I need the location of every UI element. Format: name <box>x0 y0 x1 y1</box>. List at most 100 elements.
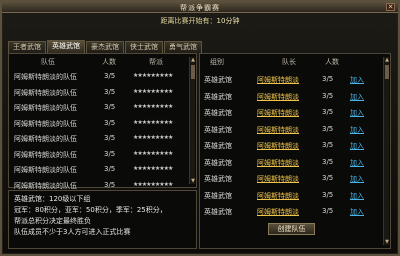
member-count: 3/5 <box>322 108 334 116</box>
table-row: 英雄武馆 阿姆斯特朗淡 3/5 加入 <box>200 158 390 174</box>
table-row: 英雄武馆 阿姆斯特朗淡 3/5 加入 <box>200 141 390 157</box>
power-stars: ★★★★★★★★★ <box>133 165 173 172</box>
captain-link[interactable]: 阿姆斯特朗淡 <box>257 158 299 168</box>
countdown: 距离比赛开始有：10分钟 <box>2 16 398 26</box>
team-name: 阿姆斯特朗淡的队伍 <box>14 166 77 174</box>
scroll-up-icon[interactable]: ▲ <box>190 57 196 63</box>
join-link[interactable]: 加入 <box>350 92 364 102</box>
table-row[interactable]: 阿姆斯特朗淡的队伍 3/5 ★★★★★★★★★ <box>9 134 196 150</box>
close-button[interactable]: ✕ <box>386 3 395 11</box>
info-line: 帮派总积分决定最终胜负 <box>14 217 91 225</box>
captain-link[interactable]: 阿姆斯特朗淡 <box>257 125 299 135</box>
group-name: 英雄武馆 <box>204 142 232 150</box>
table-row: 英雄武馆 阿姆斯特朗淡 3/5 加入 <box>200 207 390 223</box>
captain-link[interactable]: 阿姆斯特朗淡 <box>257 75 299 85</box>
header-captain: 队长 <box>282 58 296 66</box>
join-link[interactable]: 加入 <box>350 191 364 201</box>
member-count: 3/5 <box>322 91 334 100</box>
member-count: 3/5 <box>104 165 116 173</box>
captain-link[interactable]: 阿姆斯特朗淡 <box>257 92 299 102</box>
info-line: 队伍成员不少于3人方可进入正式比赛 <box>14 228 131 236</box>
group-name: 英雄武馆 <box>204 191 232 200</box>
tab-4[interactable]: 勇气武馆 <box>164 41 202 53</box>
tab-1[interactable]: 英雄武馆 <box>47 40 85 53</box>
table-row[interactable]: 阿姆斯特朗淡的队伍 3/5 ★★★★★★★★★ <box>9 150 196 166</box>
header-team: 队伍 <box>41 58 55 66</box>
group-name: 英雄武馆 <box>204 208 232 216</box>
team-name: 阿姆斯特朗淡的队伍 <box>14 119 77 128</box>
member-count: 3/5 <box>104 134 116 142</box>
power-stars: ★★★★★★★★★ <box>133 103 173 110</box>
join-link[interactable]: 加入 <box>350 158 364 168</box>
scroll-thumb[interactable] <box>385 65 389 79</box>
table-row: 英雄武馆 阿姆斯特朗淡 3/5 加入 <box>200 174 390 190</box>
table-row[interactable]: 阿姆斯特朗淡的队伍 3/5 ★★★★★★★★★ <box>9 103 196 119</box>
member-count: 3/5 <box>322 174 334 182</box>
table-row[interactable]: 阿姆斯特朗淡的队伍 3/5 ★★★★★★★★★ <box>9 119 196 135</box>
team-name: 阿姆斯特朗淡的队伍 <box>14 73 77 81</box>
power-stars: ★★★★★★★★★ <box>133 134 173 141</box>
join-link[interactable]: 加入 <box>350 207 364 217</box>
member-count: 3/5 <box>322 75 334 83</box>
member-count: 3/5 <box>322 190 334 199</box>
table-row[interactable]: 阿姆斯特朗淡的队伍 3/5 ★★★★★★★★★ <box>9 165 196 181</box>
captain-link[interactable]: 阿姆斯特朗淡 <box>257 108 299 118</box>
power-stars: ★★★★★★★★★ <box>133 72 173 79</box>
info-line: 英雄武馆：120级以下组 <box>14 195 91 203</box>
captain-link[interactable]: 阿姆斯特朗淡 <box>257 141 299 151</box>
scroll-thumb[interactable] <box>191 65 195 79</box>
group-name: 英雄武馆 <box>204 109 232 117</box>
scroll-down-icon[interactable]: ▼ <box>384 239 390 245</box>
tab-0[interactable]: 王者武馆 <box>8 41 46 53</box>
member-count: 3/5 <box>104 118 116 127</box>
team-name: 阿姆斯特朗淡的队伍 <box>14 181 77 190</box>
table-row: 英雄武馆 阿姆斯特朗淡 3/5 加入 <box>200 191 390 207</box>
tab-3[interactable]: 侠士武馆 <box>125 41 163 53</box>
team-list-panel: 队伍 人数 帮派 阿姆斯特朗淡的队伍 3/5 ★★★★★★★★★ 阿姆斯特朗淡的队伍 3… <box>8 53 197 190</box>
countdown-value: 10分钟 <box>216 17 240 25</box>
header-group: 组别 <box>210 58 224 66</box>
power-stars: ★★★★★★★★★ <box>133 118 173 126</box>
left-scrollbar[interactable]: ▲ ▼ <box>189 57 195 184</box>
member-count: 3/5 <box>322 157 334 166</box>
member-count: 3/5 <box>322 124 334 133</box>
join-link[interactable]: 加入 <box>350 75 364 85</box>
table-row: 英雄武馆 阿姆斯特朗淡 3/5 加入 <box>200 92 390 108</box>
team-name: 阿姆斯特朗淡的队伍 <box>14 150 77 159</box>
power-stars: ★★★★★★★★★ <box>133 149 173 157</box>
join-link[interactable]: 加入 <box>350 125 364 135</box>
team-name: 阿姆斯特朗淡的队伍 <box>14 88 77 97</box>
join-link[interactable]: 加入 <box>350 108 364 118</box>
member-count: 3/5 <box>104 149 116 158</box>
right-scrollbar[interactable]: ▲ ▼ <box>383 57 389 245</box>
scroll-up-icon[interactable]: ▲ <box>384 57 390 63</box>
group-name: 英雄武馆 <box>204 92 232 101</box>
captain-link[interactable]: 阿姆斯特朗淡 <box>257 191 299 201</box>
captain-link[interactable]: 阿姆斯特朗淡 <box>257 174 299 184</box>
team-name: 阿姆斯特朗淡的队伍 <box>14 135 77 143</box>
tab-2[interactable]: 豪杰武馆 <box>86 41 124 53</box>
join-link[interactable]: 加入 <box>350 174 364 184</box>
join-link[interactable]: 加入 <box>350 141 364 151</box>
member-count: 3/5 <box>104 180 116 189</box>
power-stars: ★★★★★★★★★ <box>133 87 173 95</box>
table-row[interactable]: 阿姆斯特朗淡的队伍 3/5 ★★★★★★★★★ <box>9 88 196 104</box>
group-name: 英雄武馆 <box>204 158 232 167</box>
captain-link[interactable]: 阿姆斯特朗淡 <box>257 207 299 217</box>
create-team-button[interactable]: 创建队伍 <box>268 223 315 235</box>
header-count: 人数 <box>102 58 116 66</box>
team-name: 阿姆斯特朗淡的队伍 <box>14 104 77 112</box>
header-count: 人数 <box>325 58 339 66</box>
power-stars: ★★★★★★★★★ <box>133 180 173 188</box>
rules-info-box: 英雄武馆：120级以下组 冠军：80积分，亚军：50积分，季军：25积分， 帮派… <box>8 190 197 249</box>
group-list-panel: 组别 队长 人数 英雄武馆 阿姆斯特朗淡 3/5 加入 英雄武馆 阿姆斯特朗淡 3/5 加入英… <box>199 53 391 249</box>
table-row[interactable]: 阿姆斯特朗淡的队伍 3/5 ★★★★★★★★★ <box>9 72 196 88</box>
member-count: 3/5 <box>322 141 334 149</box>
group-name: 英雄武馆 <box>204 125 232 134</box>
member-count: 3/5 <box>104 87 116 96</box>
table-row: 英雄武馆 阿姆斯特朗淡 3/5 加入 <box>200 125 390 141</box>
scroll-down-icon[interactable]: ▼ <box>190 178 196 184</box>
header-power: 帮派 <box>149 58 163 66</box>
table-row: 英雄武馆 阿姆斯特朗淡 3/5 加入 <box>200 108 390 124</box>
tournament-window: 帮派争霸赛 ✕ 距离比赛开始有：10分钟 王者武馆 英雄武馆 豪杰武馆 侠士武馆 勇气武… <box>0 0 400 256</box>
